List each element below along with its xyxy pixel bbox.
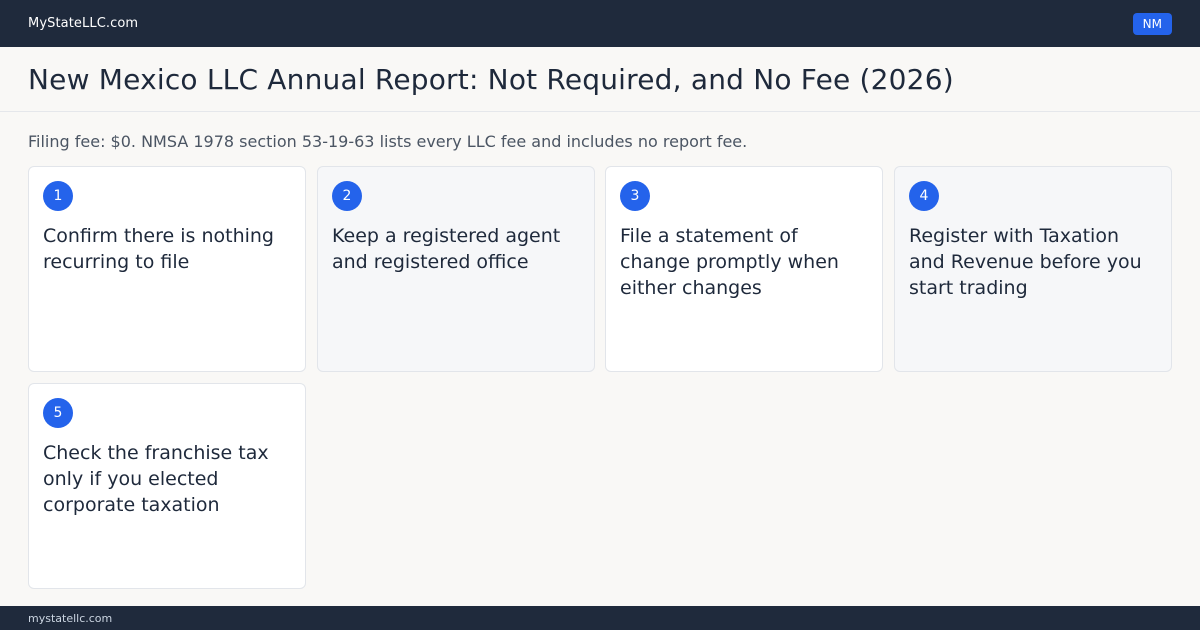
step-card-4: 4 Register with Taxation and Revenue bef… [894,166,1172,372]
step-title: Confirm there is nothing recurring to fi… [43,225,274,273]
step-title: Check the franchise tax only if you elec… [43,442,269,516]
filing-fee-summary: Filing fee: $0. NMSA 1978 section 53-19-… [28,132,748,151]
step-number-badge: 3 [620,181,650,211]
state-badge[interactable]: NM [1132,12,1172,35]
step-number-badge: 1 [43,181,73,211]
page-footer: mystatellc.com [0,606,1200,630]
step-card-1: 1 Confirm there is nothing recurring to … [28,166,306,372]
step-card-3: 3 File a statement of change promptly wh… [605,166,883,372]
footer-site-link[interactable]: mystatellc.com [28,612,112,625]
step-number-badge: 5 [43,398,73,428]
step-card-5: 5 Check the franchise tax only if you el… [28,383,306,589]
step-title: File a statement of change promptly when… [620,225,839,299]
step-number-badge: 4 [909,181,939,211]
site-logo-text[interactable]: MyStateLLC.com [28,16,138,31]
step-card-2: 2 Keep a registered agent and registered… [317,166,595,372]
page-title: New Mexico LLC Annual Report: Not Requir… [28,62,954,96]
step-number-badge: 2 [332,181,362,211]
step-title: Keep a registered agent and registered o… [332,225,561,273]
top-nav-bar: MyStateLLC.com NM [0,0,1200,47]
page-header: New Mexico LLC Annual Report: Not Requir… [0,47,1200,112]
step-title: Register with Taxation and Revenue befor… [909,225,1142,299]
